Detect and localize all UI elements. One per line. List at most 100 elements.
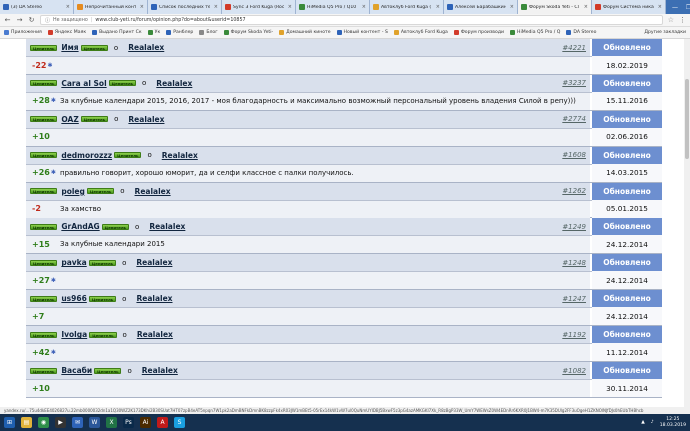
tab-close-icon[interactable]: × [658, 4, 662, 10]
target-user-link[interactable]: Realalex [142, 366, 178, 375]
bookmark-label: Приложения [11, 30, 42, 35]
tab-close-icon[interactable]: × [66, 4, 70, 10]
target-user-link[interactable]: Realalex [128, 115, 164, 124]
forward-icon[interactable]: → [16, 16, 23, 24]
reload-icon[interactable]: ↻ [28, 16, 35, 24]
bookmark-label: Домашний кинотe [286, 30, 331, 35]
tab-close-icon[interactable]: × [510, 4, 514, 10]
network-icon[interactable]: ▲ [641, 420, 645, 425]
bookmark-item[interactable]: Ук [147, 30, 160, 35]
browser-tab[interactable]: Форум Skoda Yeti - Cl × [518, 0, 592, 14]
rank-badge-icon: Ценитель [30, 259, 58, 266]
opinion-number-link[interactable]: #1248 [562, 259, 586, 267]
target-user-link[interactable]: Realalex [137, 330, 173, 339]
bookmarks-bar: Приложения Яндекс Маяк Выдано Принт Ск Ук Ра… [0, 27, 690, 39]
target-user-link[interactable]: Realalex [156, 79, 192, 88]
bookmark-item[interactable]: Выдано Принт Ск [92, 30, 142, 35]
browser-tab[interactable]: HiMedia Q5 Pro / Q10 × [296, 0, 370, 14]
opinion-number-link[interactable]: #4221 [562, 44, 586, 52]
target-user-link[interactable]: Realalex [162, 151, 198, 160]
explorer-icon[interactable]: ▤ [21, 417, 32, 428]
browser-tab[interactable]: Sync 3 Ford Kuga (Roc × [222, 0, 296, 14]
author-link[interactable]: Ivolga [61, 330, 87, 339]
author-link[interactable]: Cara al Sol [61, 79, 106, 88]
opinion-number-link[interactable]: #1247 [562, 295, 586, 303]
menu-icon[interactable]: ⋮ [679, 16, 686, 24]
skype-icon[interactable]: S [174, 417, 185, 428]
author-link[interactable]: Имя [61, 43, 78, 52]
opinion-number-link[interactable]: #1082 [562, 367, 586, 375]
score-value: -2 [32, 204, 41, 214]
maximize-icon[interactable]: ❐ [686, 4, 690, 11]
bookmark-star-icon[interactable]: ☆ [668, 16, 674, 24]
browser-tab[interactable]: Форум Система ника × [592, 0, 666, 14]
opinion-number-link[interactable]: #1608 [562, 151, 586, 159]
illustrator-icon[interactable]: Ai [140, 417, 151, 428]
opinion-number-link[interactable]: #1249 [562, 223, 586, 231]
bookmark-item[interactable]: Форум Skoda Yeti- [223, 30, 273, 35]
opinion-number-link[interactable]: #2774 [562, 115, 586, 123]
target-user-link[interactable]: Realalex [149, 222, 185, 231]
author-link[interactable]: us966 [61, 294, 86, 303]
author-link[interactable]: poleg [61, 187, 85, 196]
browser-tab[interactable]: (3) DA Stereo × [0, 0, 74, 14]
target-user-link[interactable]: Realalex [136, 294, 172, 303]
author-link[interactable]: dedmorozzz [61, 151, 112, 160]
tab-close-icon[interactable]: × [140, 4, 144, 10]
opinion-number-link[interactable]: #1262 [562, 187, 586, 195]
excel-icon[interactable]: X [106, 417, 117, 428]
target-user-link[interactable]: Realalex [128, 43, 164, 52]
back-icon[interactable]: ← [4, 16, 11, 24]
bookmark-item[interactable]: Приложения [4, 30, 42, 35]
browser-tab[interactable]: Алексей Барабашкин × [444, 0, 518, 14]
bookmark-favicon-icon [453, 30, 459, 35]
author-link[interactable]: Васаби [61, 366, 92, 375]
tab-close-icon[interactable]: × [436, 4, 440, 10]
rank-badge-icon: Ценитель [30, 188, 58, 195]
acrobat-icon[interactable]: A [157, 417, 168, 428]
mail-icon[interactable]: ✉ [72, 417, 83, 428]
author-link[interactable]: pavka [61, 258, 86, 267]
browser-tab[interactable]: Автоклуб Ford Kuga (× [370, 0, 444, 14]
bookmark-item[interactable]: Форум производи [453, 30, 504, 35]
info-icon[interactable]: ⓘ [45, 17, 50, 24]
volume-icon[interactable]: ♪ [651, 420, 654, 425]
bookmark-item[interactable]: Новый контент - S [336, 30, 388, 35]
reputation-score: +7 [32, 310, 44, 322]
minimize-icon[interactable]: — [672, 4, 678, 11]
bookmark-item[interactable]: Яндекс Маяк [47, 30, 86, 35]
author-link[interactable]: GrAndAG [61, 222, 99, 231]
other-bookmarks[interactable]: Другие закладки [644, 30, 686, 35]
tab-close-icon[interactable]: × [584, 4, 588, 10]
reputation-score: +26 ✱ [32, 167, 56, 179]
windows-start-icon[interactable]: ⊞ [4, 417, 15, 428]
browser-tab[interactable]: Непрочитанный конт × [74, 0, 148, 14]
scrollbar[interactable] [684, 39, 690, 407]
tab-close-icon[interactable]: × [362, 4, 366, 10]
word-icon[interactable]: W [89, 417, 100, 428]
target-user-link[interactable]: Realalex [135, 187, 171, 196]
tab-close-icon[interactable]: × [288, 4, 292, 10]
author-link[interactable]: OAZ [61, 115, 78, 124]
tab-close-icon[interactable]: × [214, 4, 218, 10]
score-value: +7 [32, 311, 45, 321]
opinion-number-link[interactable]: #3237 [562, 79, 586, 87]
media-icon[interactable]: ▶ [55, 417, 66, 428]
asterisk-icon: ✱ [50, 276, 56, 284]
clock[interactable]: 12:25 18.03.2019 [660, 417, 686, 428]
chrome-icon[interactable]: ◉ [38, 417, 49, 428]
author-block: Ценитель dedmorozzz Ценитель о Realalex [30, 150, 198, 161]
opinion-number-link[interactable]: #1192 [562, 331, 586, 339]
photoshop-icon[interactable]: Ps [123, 417, 134, 428]
browser-tab[interactable]: Список последних те × [148, 0, 222, 14]
bookmark-item[interactable]: Домашний кинотe [279, 30, 331, 35]
target-user-link[interactable]: Realalex [136, 258, 172, 267]
bookmark-item[interactable]: Автоклуб Ford Kuga [393, 30, 448, 35]
url-input[interactable]: ⓘ Не защищено | www.club-yeti.ru/forum/o… [40, 15, 663, 25]
bookmark-item[interactable]: Ранблер [166, 30, 193, 35]
bookmark-item[interactable]: DA Stereo [566, 30, 596, 35]
scrollbar-thumb[interactable] [685, 79, 689, 159]
bookmark-item[interactable]: HiMedia Q5 Pro / Q [510, 30, 560, 35]
divider [26, 271, 662, 273]
bookmark-item[interactable]: Блог [199, 30, 218, 35]
